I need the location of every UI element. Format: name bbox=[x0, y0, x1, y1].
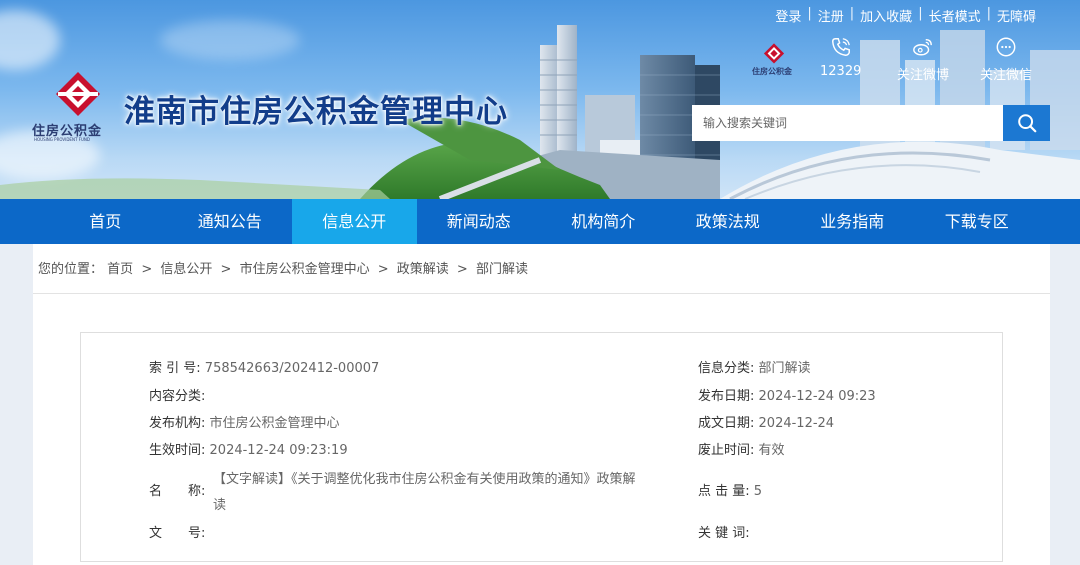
site-logo[interactable]: 住房公积金 HOUSING PROVIDENT FUND bbox=[32, 70, 128, 150]
info-label: 发布机构: bbox=[149, 416, 206, 431]
info-row-index: 索 引 号: 758542663/202412-00007 bbox=[149, 357, 379, 376]
breadcrumb-item-info[interactable]: 信息公开 bbox=[160, 262, 212, 277]
badge-logo[interactable]: 住房公积金 bbox=[752, 42, 798, 78]
nav-item-news[interactable]: 新闻动态 bbox=[417, 199, 542, 244]
quick-link-label: 关注微信 bbox=[980, 68, 1033, 83]
register-link[interactable]: 注册 bbox=[812, 6, 850, 25]
nav-item-notices[interactable]: 通知公告 bbox=[168, 199, 293, 244]
info-value: 2024-12-24 bbox=[758, 416, 835, 431]
quick-link-weibo[interactable]: 关注微博 bbox=[897, 36, 949, 83]
info-row-doc-no: 文 号: bbox=[149, 522, 205, 541]
breadcrumb-separator: > bbox=[220, 262, 232, 277]
info-label: 成文日期: bbox=[698, 416, 755, 431]
info-value: 2024-12-24 09:23 bbox=[758, 389, 876, 404]
breadcrumb-item-department[interactable]: 部门解读 bbox=[476, 262, 528, 277]
logo-text-en: HOUSING PROVIDENT FUND bbox=[34, 137, 90, 142]
nav-item-policies[interactable]: 政策法规 bbox=[666, 199, 791, 244]
quick-link-label: 关注微博 bbox=[897, 68, 950, 83]
nav-item-about[interactable]: 机构简介 bbox=[541, 199, 666, 244]
info-row-effective: 生效时间: 2024-12-24 09:23:19 bbox=[149, 439, 348, 458]
info-row-category: 信息分类: 部门解读 bbox=[698, 357, 811, 376]
info-label: 索 引 号: bbox=[149, 361, 201, 376]
breadcrumb-separator: > bbox=[141, 262, 153, 277]
wechat-icon bbox=[996, 37, 1016, 57]
info-label: 内容分类: bbox=[149, 389, 206, 404]
search-icon bbox=[1017, 114, 1036, 133]
info-label: 关 键 词: bbox=[698, 526, 750, 541]
breadcrumb-item-policy[interactable]: 政策解读 bbox=[397, 262, 449, 277]
document-info-table: 索 引 号: 758542663/202412-00007 内容分类: 发布机构… bbox=[80, 332, 1003, 562]
breadcrumb: 您的位置： 首页 > 信息公开 > 市住房公积金管理中心 > 政策解读 > 部门… bbox=[33, 244, 1050, 294]
click-count: 5 bbox=[753, 484, 763, 499]
nav-item-home[interactable]: 首页 bbox=[43, 199, 168, 244]
info-label: 名 称: bbox=[149, 484, 206, 499]
quick-link-12329[interactable]: 12329 bbox=[820, 36, 861, 79]
site-title: 淮南市住房公积金管理中心 bbox=[124, 94, 508, 130]
info-label: 生效时间: bbox=[149, 443, 206, 458]
quick-link-wechat[interactable]: 关注微信 bbox=[980, 36, 1032, 83]
accessibility-link[interactable]: 无障碍 bbox=[991, 6, 1042, 25]
info-row-keywords: 关 键 词: bbox=[698, 522, 750, 541]
breadcrumb-separator: > bbox=[456, 262, 468, 277]
info-label: 点 击 量: bbox=[698, 484, 750, 499]
elder-mode-link[interactable]: 长者模式 bbox=[923, 6, 987, 25]
info-value: 市住房公积金管理中心 bbox=[209, 416, 340, 431]
info-label: 文 号: bbox=[149, 526, 206, 541]
info-row-created: 成文日期: 2024-12-24 bbox=[698, 412, 834, 431]
nav-item-guide[interactable]: 业务指南 bbox=[790, 199, 915, 244]
login-link[interactable]: 登录 bbox=[769, 6, 807, 25]
info-label: 废止时间: bbox=[698, 443, 755, 458]
document-name: 【文字解读】《关于调整优化我市住房公积金有关使用政策的通知》政策解读 bbox=[213, 472, 636, 513]
top-links: 登录 | 注册 | 加入收藏 | 长者模式 | 无障碍 bbox=[769, 6, 1042, 25]
weibo-icon bbox=[913, 38, 932, 56]
breadcrumb-item-home[interactable]: 首页 bbox=[107, 262, 133, 277]
breadcrumb-item-center[interactable]: 市住房公积金管理中心 bbox=[240, 262, 370, 277]
logo-emblem-icon bbox=[56, 72, 100, 116]
info-value: 2024-12-24 09:23:19 bbox=[209, 443, 348, 458]
search-button[interactable] bbox=[1003, 105, 1050, 141]
info-row-name-label: 名 称: bbox=[149, 480, 205, 499]
badge-emblem-icon bbox=[763, 43, 785, 64]
quick-link-label: 12329 bbox=[820, 64, 862, 79]
search-input[interactable] bbox=[692, 105, 1003, 141]
phone-icon bbox=[831, 38, 850, 56]
info-label: 发布日期: bbox=[698, 389, 755, 404]
add-favorite-link[interactable]: 加入收藏 bbox=[854, 6, 918, 25]
info-row-expiry: 废止时间: 有效 bbox=[698, 439, 785, 458]
breadcrumb-prefix: 您的位置： bbox=[38, 262, 104, 277]
badge-text: 住房公积金 bbox=[752, 67, 792, 76]
main-nav: 首页 通知公告 信息公开 新闻动态 机构简介 政策法规 业务指南 下载专区 bbox=[0, 199, 1080, 244]
info-value: 758542663/202412-00007 bbox=[204, 361, 380, 376]
breadcrumb-separator: > bbox=[377, 262, 389, 277]
nav-item-downloads[interactable]: 下载专区 bbox=[915, 199, 1040, 244]
nav-item-info-disclosure[interactable]: 信息公开 bbox=[292, 199, 417, 244]
info-row-org: 发布机构: 市住房公积金管理中心 bbox=[149, 412, 340, 431]
info-row-publish-date: 发布日期: 2024-12-24 09:23 bbox=[698, 385, 876, 404]
main-content: 您的位置： 首页 > 信息公开 > 市住房公积金管理中心 > 政策解读 > 部门… bbox=[33, 244, 1050, 565]
info-row-clicks: 点 击 量: 5 bbox=[698, 480, 762, 499]
search-bar bbox=[692, 105, 1050, 141]
info-value: 部门解读 bbox=[758, 361, 811, 376]
info-row-content-type: 内容分类: bbox=[149, 385, 205, 404]
info-value: 有效 bbox=[758, 443, 785, 458]
info-label: 信息分类: bbox=[698, 361, 755, 376]
site-header: 登录 | 注册 | 加入收藏 | 长者模式 | 无障碍 住房公积金 HOUSING PR… bbox=[0, 0, 1080, 199]
